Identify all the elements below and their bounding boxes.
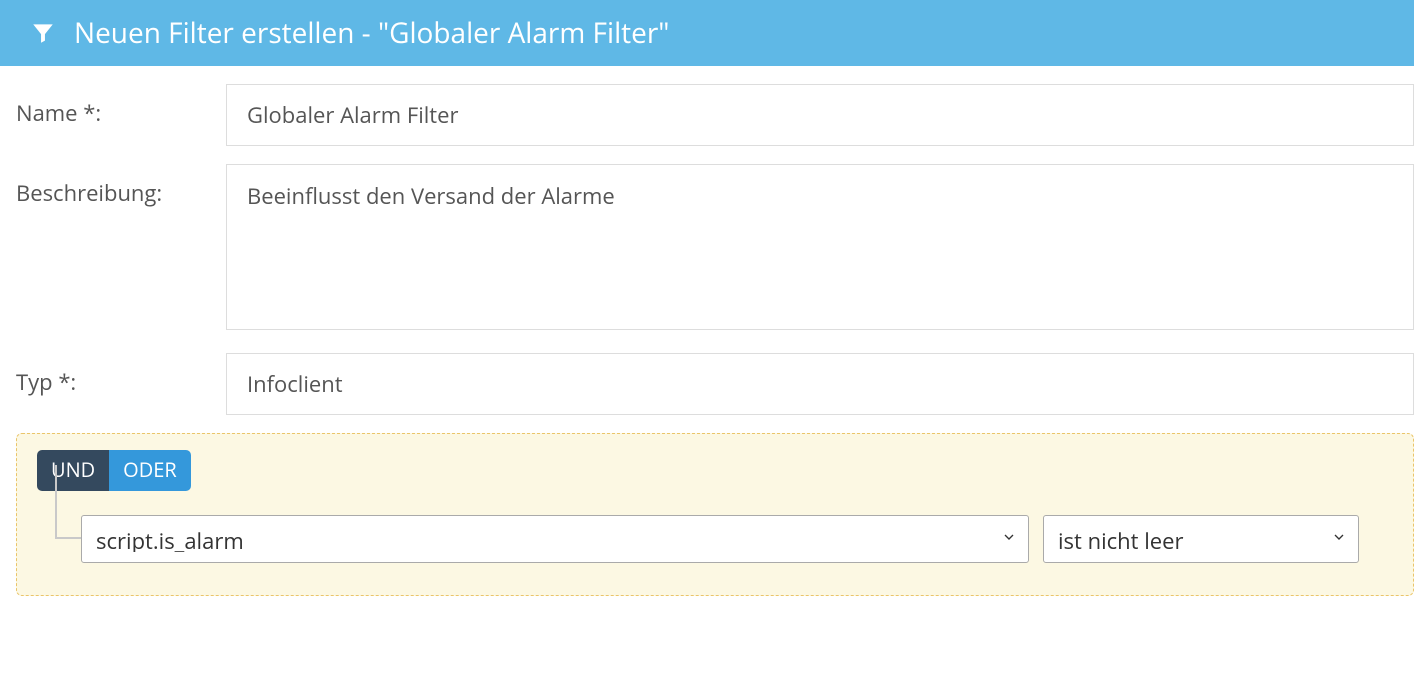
- or-button[interactable]: ODER: [109, 450, 191, 491]
- tree-connector: [37, 511, 81, 567]
- row-description: Beschreibung: Beeinflusst den Versand de…: [16, 164, 1414, 335]
- rule-field-select[interactable]: script.is_alarm: [81, 515, 1029, 563]
- and-button[interactable]: UND: [37, 450, 109, 491]
- description-label: Beschreibung:: [16, 164, 226, 208]
- rule-builder: UND ODER script.is_alarm ist nicht leer: [16, 433, 1414, 596]
- page-title: Neuen Filter erstellen - "Globaler Alarm…: [74, 14, 669, 52]
- rule-operator-wrapper: ist nicht leer: [1043, 515, 1359, 563]
- type-label: Typ *:: [16, 353, 226, 397]
- row-type: Typ *:: [16, 353, 1414, 415]
- type-select[interactable]: [226, 353, 1414, 415]
- row-name: Name *:: [16, 84, 1414, 146]
- filter-form: Name *: Beschreibung: Beeinflusst den Ve…: [0, 66, 1414, 415]
- description-input[interactable]: Beeinflusst den Versand der Alarme: [226, 164, 1414, 330]
- rule-field-wrapper: script.is_alarm: [81, 515, 1029, 563]
- rule-operator-select[interactable]: ist nicht leer: [1043, 515, 1359, 563]
- name-input[interactable]: [226, 84, 1414, 146]
- name-label: Name *:: [16, 84, 226, 128]
- page-header: Neuen Filter erstellen - "Globaler Alarm…: [0, 0, 1414, 66]
- rule-row: script.is_alarm ist nicht leer: [37, 511, 1399, 567]
- filter-icon: [30, 20, 56, 46]
- logic-toggle: UND ODER: [37, 450, 191, 491]
